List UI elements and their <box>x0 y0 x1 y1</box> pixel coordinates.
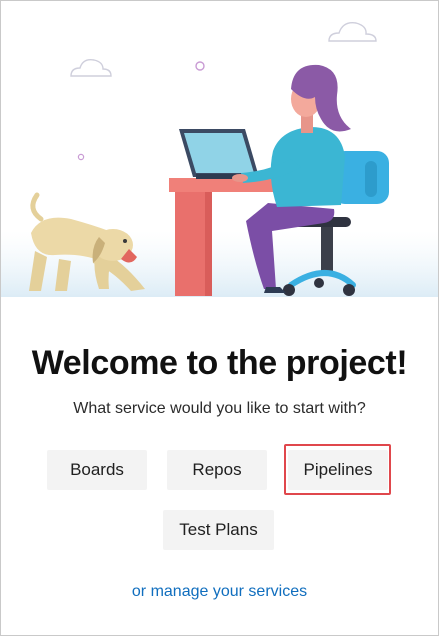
dot-small-decoration-icon <box>77 153 85 161</box>
welcome-subtitle: What service would you like to start wit… <box>73 400 366 417</box>
cloud-right-icon <box>328 22 377 42</box>
laptop <box>179 129 266 179</box>
welcome-dialog: Welcome to the project! What service wou… <box>0 0 439 636</box>
test-plans-button[interactable]: Test Plans <box>163 510 274 550</box>
hero-illustration <box>1 22 438 297</box>
pipelines-button[interactable]: Pipelines <box>288 450 388 490</box>
manage-services-link[interactable]: or manage your services <box>1 582 438 602</box>
cloud-left-icon <box>70 58 112 77</box>
boards-button[interactable]: Boards <box>47 450 147 490</box>
welcome-title: Welcome to the project! <box>31 344 408 382</box>
dot-decoration-icon <box>195 61 205 71</box>
repos-button[interactable]: Repos <box>167 450 267 490</box>
